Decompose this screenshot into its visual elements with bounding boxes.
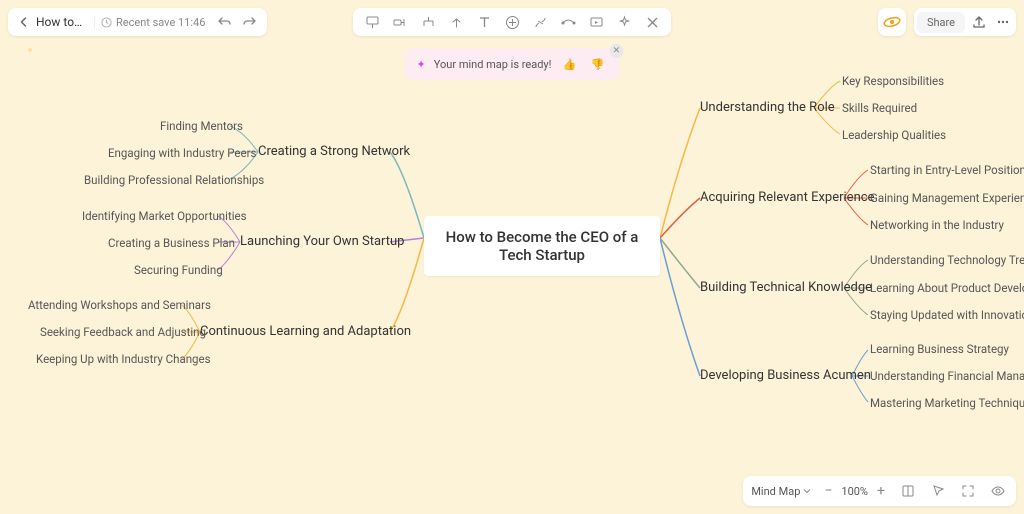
leaf-node[interactable]: Securing Funding (134, 263, 223, 277)
leaf-node[interactable]: Key Responsibilities (842, 74, 944, 88)
document-title[interactable]: How to ... (36, 15, 84, 29)
save-status: Recent save 11:46 (94, 16, 211, 29)
leaf-node[interactable]: Finding Mentors (160, 119, 230, 133)
present-button[interactable] (585, 11, 607, 33)
app-logo[interactable] (878, 8, 906, 36)
leaf-node[interactable]: Attending Workshops and Seminars (28, 298, 211, 312)
main-toolbar (353, 8, 671, 36)
leaf-node[interactable]: Gaining Management Experience (870, 191, 1024, 205)
leaf-node[interactable]: Mastering Marketing Techniques (870, 396, 1024, 410)
leaf-node[interactable]: Engaging with Industry Peers (108, 146, 256, 160)
more-button[interactable] (993, 12, 1013, 32)
notification-text: Your mind map is ready! (434, 58, 552, 71)
zoom-controls: − 100% + (821, 483, 888, 499)
branch-node[interactable]: Launching Your Own Startup (240, 234, 404, 249)
branch-node[interactable]: Developing Business Acumen (700, 368, 871, 383)
branch-node[interactable]: Creating a Strong Network (258, 144, 410, 159)
tools-button[interactable] (641, 11, 663, 33)
add-sibling-button[interactable] (361, 11, 383, 33)
branch-node[interactable]: Acquiring Relevant Experience (700, 190, 874, 205)
zoom-out-button[interactable]: − (821, 483, 835, 499)
add-child-button[interactable] (389, 11, 411, 33)
view-selector[interactable]: Mind Map (751, 485, 811, 498)
leaf-node[interactable]: Networking in the Industry (870, 218, 1004, 232)
add-parent-button[interactable] (417, 11, 439, 33)
branch-node[interactable]: Understanding the Role (700, 100, 835, 115)
cursor-button[interactable] (928, 481, 948, 501)
leaf-node[interactable]: Understanding Technology Trends (870, 253, 1024, 267)
leaf-node[interactable]: Building Professional Relationships (84, 173, 264, 187)
leaf-node[interactable]: Staying Updated with Innovations (870, 308, 1024, 322)
clock-icon (101, 17, 112, 28)
zoom-level: 100% (841, 485, 868, 498)
center-node[interactable]: How to Become the CEO of a Tech Startup (424, 216, 660, 276)
floating-button[interactable] (445, 11, 467, 33)
back-button[interactable] (16, 14, 32, 30)
view-button[interactable] (988, 481, 1008, 501)
leaf-node[interactable]: Seeking Feedback and Adjusting (40, 325, 206, 339)
share-group: Share (914, 8, 1016, 36)
ready-notification: ✦ Your mind map is ready! 👍 👎 ✕ (405, 48, 620, 80)
bottom-bar: Mind Map − 100% + (743, 476, 1016, 506)
text-button[interactable] (473, 11, 495, 33)
share-button[interactable]: Share (917, 12, 965, 33)
branch-node[interactable]: Continuous Learning and Adaptation (200, 324, 411, 339)
relation-button[interactable] (557, 11, 579, 33)
export-button[interactable] (969, 12, 989, 32)
leaf-node[interactable]: Learning About Product Development (870, 281, 1024, 295)
save-text: Recent save 11:46 (116, 16, 205, 29)
close-notification-button[interactable]: ✕ (609, 44, 623, 58)
undo-button[interactable] (215, 12, 235, 32)
link-button[interactable] (529, 11, 551, 33)
ai-button[interactable] (613, 11, 635, 33)
leaf-node[interactable]: Creating a Business Plan (108, 236, 235, 250)
branch-node[interactable]: Building Technical Knowledge (700, 280, 872, 295)
leaf-node[interactable]: Learning Business Strategy (870, 342, 1009, 356)
sparkle-icon: ✦ (417, 58, 426, 71)
leaf-node[interactable]: Keeping Up with Industry Changes (36, 352, 211, 366)
fullscreen-button[interactable] (958, 481, 978, 501)
leaf-node[interactable]: Starting in Entry-Level Positions (870, 163, 1024, 177)
chevron-down-icon (803, 487, 811, 495)
top-right-bar: Share (878, 8, 1016, 36)
leaf-node[interactable]: Understanding Financial Management (870, 369, 1024, 383)
add-button[interactable] (501, 11, 523, 33)
leaf-node[interactable]: Identifying Market Opportunities (82, 209, 247, 223)
panel-button[interactable] (898, 481, 918, 501)
top-left-bar: How to ... Recent save 11:46 (8, 8, 267, 36)
leaf-node[interactable]: Skills Required (842, 101, 917, 115)
zoom-in-button[interactable]: + (874, 483, 888, 499)
thumbs-up-button[interactable]: 👍 (559, 54, 579, 74)
leaf-node[interactable]: Leadership Qualities (842, 128, 946, 142)
redo-button[interactable] (239, 12, 259, 32)
thumbs-down-button[interactable]: 👎 (587, 54, 607, 74)
